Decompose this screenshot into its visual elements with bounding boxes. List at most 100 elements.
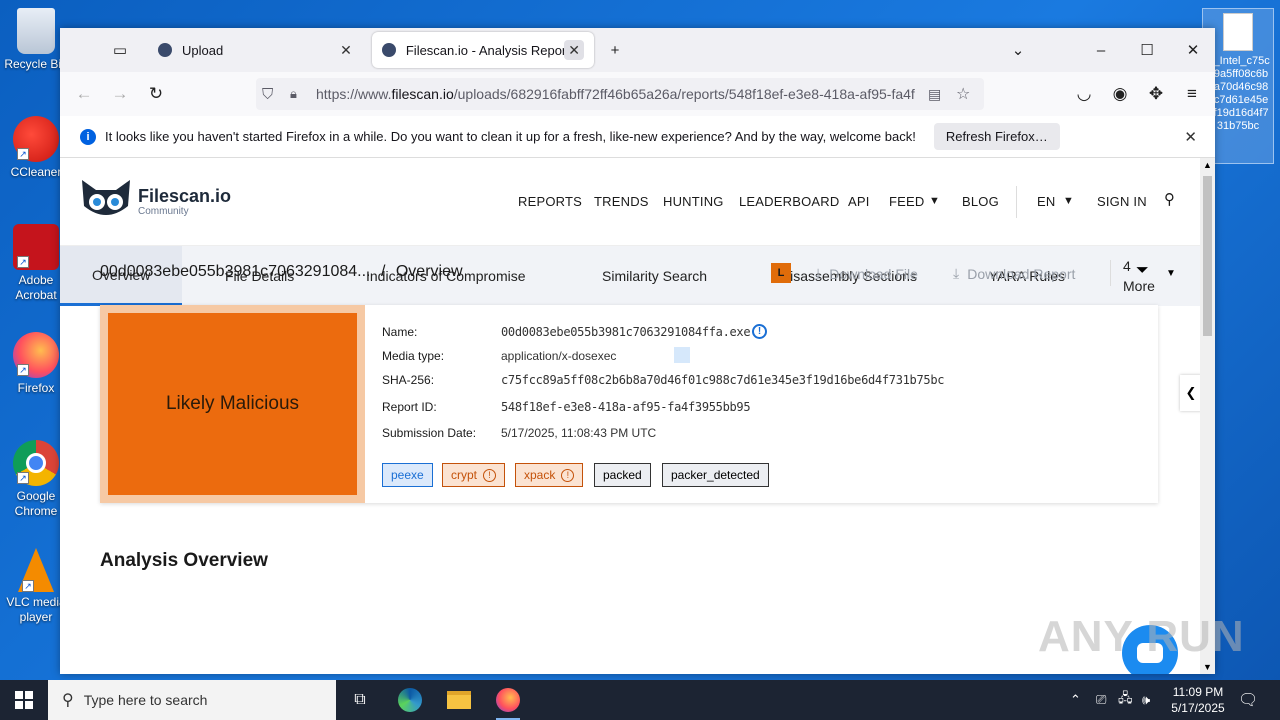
menu-trends[interactable]: TRENDS xyxy=(594,194,649,209)
network-icon[interactable]: 🖧︎ xyxy=(1118,680,1133,720)
tab-analysis-report[interactable]: Filescan.io - Analysis Report fo ✕ xyxy=(372,32,594,68)
account-icon[interactable]: ◉ xyxy=(1108,82,1132,106)
divider xyxy=(1016,186,1017,218)
reader-view-icon[interactable]: ▤ xyxy=(928,86,941,103)
show-hidden-icons[interactable]: ⌃ xyxy=(1070,680,1081,720)
filter-icon[interactable]: ⏷ xyxy=(1136,262,1149,280)
search-icon: ⚲ xyxy=(62,692,74,709)
reload-icon[interactable]: ↻ xyxy=(144,82,168,106)
menu-feed[interactable]: FEED xyxy=(889,194,924,209)
notification-bar: i It looks like you haven't started Fire… xyxy=(60,116,1215,158)
taskbar-clock[interactable]: 11:09 PM 5/17/2025 xyxy=(1160,684,1236,716)
extensions-icon[interactable]: ✥ xyxy=(1144,82,1168,106)
maximize-icon[interactable]: ☐ xyxy=(1133,36,1161,64)
filescan-owl-logo-icon[interactable] xyxy=(80,178,132,222)
firefox-window: ▭ Upload ✕ Filescan.io - Analysis Report… xyxy=(60,28,1215,674)
submission-date-value: 5/17/2025, 11:08:43 PM UTC xyxy=(501,426,657,440)
scrollbar-thumb[interactable] xyxy=(1203,176,1212,336)
task-view-icon[interactable]: ⧉ xyxy=(340,684,380,716)
desktop-icon-label: Adobe Acrobat xyxy=(15,273,57,302)
download-icon: ⤓ xyxy=(815,265,822,281)
back-icon[interactable]: ← xyxy=(72,82,96,106)
search-icon[interactable]: ⚲ xyxy=(1164,190,1175,208)
list-tabs-icon[interactable]: ⌄ xyxy=(1004,36,1032,64)
chevron-down-icon[interactable]: ▼ xyxy=(929,195,940,207)
clock-time: 11:09 PM xyxy=(1172,685,1224,699)
filescan-favicon-icon xyxy=(158,43,172,57)
media-type-value: application/x-dosexec xyxy=(501,349,617,363)
close-notification-icon[interactable]: ✕ xyxy=(1184,128,1197,146)
url-bar[interactable]: ⛉ 🔒︎ https://www.filescan.io/uploads/682… xyxy=(256,78,984,110)
anyrun-watermark: ANY RUN xyxy=(1038,612,1245,661)
chrome-icon: ↗ xyxy=(13,440,59,486)
close-tab-icon[interactable]: ✕ xyxy=(336,40,356,60)
divider xyxy=(1110,260,1111,286)
notification-text: It looks like you haven't started Firefo… xyxy=(105,129,916,144)
url-text: https://www.filescan.io/uploads/682916fa… xyxy=(316,86,915,102)
close-window-icon[interactable]: ✕ xyxy=(1179,36,1207,64)
meet-now-icon[interactable]: ⎚ xyxy=(1096,680,1106,720)
shortcut-arrow-icon: ↗ xyxy=(17,256,29,268)
pocket-icon[interactable]: ◡ xyxy=(1072,82,1096,106)
sha256-value: c75fcc89a5ff08c2b6b8a70d46f01c988c7d61e3… xyxy=(501,373,945,387)
tab-similarity-search[interactable]: Similarity Search xyxy=(602,246,707,306)
info-icon: i xyxy=(80,128,96,145)
tag-packer-detected[interactable]: packer_detected xyxy=(662,463,769,487)
chevron-down-icon[interactable]: ▼ xyxy=(1063,195,1074,207)
tab-title: Filescan.io - Analysis Report fo xyxy=(405,42,565,58)
menu-reports[interactable]: REPORTS xyxy=(518,194,582,209)
page-scrollbar[interactable]: ▲ ▼ xyxy=(1200,158,1215,674)
new-tab-icon[interactable]: + xyxy=(601,36,629,64)
edge-taskbar-icon[interactable] xyxy=(390,684,430,716)
desktop-icon-label: Firefox xyxy=(17,381,55,395)
desktop-icon-label: VLC media player xyxy=(6,595,66,624)
scroll-up-icon[interactable]: ▲ xyxy=(1203,160,1212,170)
file-explorer-icon[interactable] xyxy=(439,684,479,716)
tracking-shield-icon[interactable]: ⛉ xyxy=(262,86,273,103)
lock-icon[interactable]: 🔒︎ xyxy=(290,86,297,102)
minimize-icon[interactable]: – xyxy=(1087,36,1115,64)
start-button[interactable] xyxy=(0,680,48,720)
tab-groups-icon[interactable]: ▭ xyxy=(106,36,134,64)
close-tab-icon[interactable]: ✕ xyxy=(564,40,584,60)
bookmark-star-icon[interactable]: ☆ xyxy=(956,84,970,104)
notifications-icon[interactable]: 🗨︎ xyxy=(1238,680,1258,720)
menu-leaderboard[interactable]: LEADERBOARD xyxy=(739,194,839,209)
desktop-icon-label: Recycle Bin xyxy=(4,57,68,71)
taskbar: ⚲ Type here to search ⧉ ⌃ ⎚ 🖧︎ 🕪︎ 11:09 … xyxy=(0,680,1280,720)
refresh-firefox-button[interactable]: Refresh Firefox… xyxy=(933,123,1060,150)
chevron-down-icon[interactable]: ▼ xyxy=(1166,268,1176,279)
desktop-icon-label: CCleaner xyxy=(10,165,62,179)
menu-blog[interactable]: BLOG xyxy=(962,194,999,209)
forward-icon[interactable]: → xyxy=(108,82,132,106)
volume-icon[interactable]: 🕪︎ xyxy=(1142,680,1150,720)
menu-hunting[interactable]: HUNTING xyxy=(663,194,724,209)
info-icon: ! xyxy=(561,468,575,482)
firefox-taskbar-icon[interactable] xyxy=(488,684,528,720)
windows-logo-icon xyxy=(15,691,33,709)
taskbar-search[interactable]: ⚲ Type here to search xyxy=(48,680,336,720)
info-icon: ! xyxy=(483,468,497,482)
shortcut-arrow-icon: ↗ xyxy=(22,580,34,592)
file-icon xyxy=(1223,13,1253,51)
ccleaner-icon: ↗ xyxy=(13,116,59,162)
sign-in-link[interactable]: SIGN IN xyxy=(1097,194,1147,209)
copy-icon[interactable] xyxy=(674,347,690,363)
tag-xpack[interactable]: xpack! xyxy=(515,463,584,487)
tag-packed[interactable]: packed xyxy=(594,463,651,487)
tag-peexe[interactable]: peexe xyxy=(382,463,433,487)
download-report-button[interactable]: ⤓ Download Report xyxy=(953,265,1075,282)
download-file-button[interactable]: ⤓ Download File xyxy=(815,265,918,282)
info-icon[interactable]: ! xyxy=(752,324,767,339)
tag-crypt[interactable]: crypt! xyxy=(442,463,506,487)
language-select[interactable]: EN xyxy=(1037,194,1055,209)
app-menu-icon[interactable]: ≡ xyxy=(1180,82,1204,106)
menu-api[interactable]: API xyxy=(848,194,870,209)
tab-upload[interactable]: Upload ✕ xyxy=(148,32,366,68)
level-badge: L xyxy=(771,263,791,283)
brand-name[interactable]: Filescan.io xyxy=(138,186,231,207)
collapse-side-panel-icon[interactable]: ❮ xyxy=(1180,375,1200,411)
scroll-down-icon[interactable]: ▼ xyxy=(1203,662,1212,672)
breadcrumb-file[interactable]: 00d0083ebe055b3981c7063291084... xyxy=(100,263,371,280)
verdict-panel: Likely Malicious xyxy=(100,305,365,503)
